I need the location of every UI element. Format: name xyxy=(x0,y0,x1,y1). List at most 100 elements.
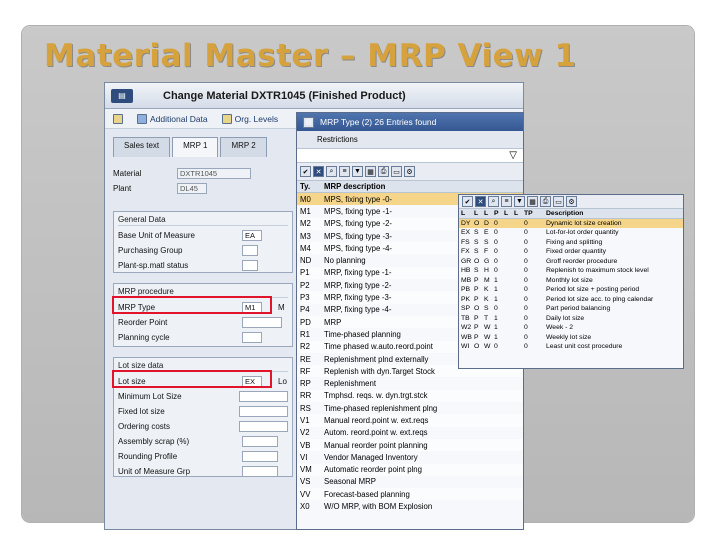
org-levels-button[interactable]: Org. Levels xyxy=(221,113,278,124)
filter-icon[interactable]: ▼ xyxy=(514,196,525,207)
lot-tp: 0 xyxy=(524,286,528,294)
list-item[interactable]: HB S H 0 0 Replenish to maximum stock level xyxy=(459,266,683,276)
list-item[interactable]: SP O S 0 0 Part period balancing xyxy=(459,304,683,314)
cancel-icon[interactable]: ✕ xyxy=(475,196,486,207)
additional-data-button[interactable]: Additional Data xyxy=(137,113,208,124)
list-item[interactable]: PK P K 1 0 Period lot size acc. to plng calen… xyxy=(459,295,683,305)
col-l2-header[interactable]: L xyxy=(473,210,483,217)
col-type-header[interactable]: Ty. xyxy=(297,182,321,191)
mrp-controller-label: M xyxy=(278,302,285,312)
export-icon[interactable]: ▭ xyxy=(553,196,564,207)
list-item[interactable]: X0 W/O MRP, with BOM Explosion xyxy=(297,500,523,512)
confirm-icon[interactable]: ✔ xyxy=(462,196,473,207)
lot-tp: 0 xyxy=(524,276,528,284)
list-item[interactable]: VV Forecast-based planning xyxy=(297,488,523,501)
settings-icon[interactable]: ⚙ xyxy=(404,166,415,177)
hierarchy-icon[interactable] xyxy=(113,113,123,124)
col-l5-header[interactable]: L xyxy=(503,210,513,217)
list-item[interactable]: MB P M 1 0 Monthly lot size xyxy=(459,276,683,286)
list-item[interactable]: PB P K 1 0 Period lot size + posting period xyxy=(459,285,683,295)
reorder-point-field[interactable] xyxy=(242,316,282,328)
assembly-scrap-label: Assembly scrap (%) xyxy=(118,436,190,446)
mrp-type-description: Vendor Managed Inventory xyxy=(324,452,418,462)
export-icon[interactable]: ▭ xyxy=(391,166,402,177)
min-lot-row: Minimum Lot Size xyxy=(118,390,288,402)
find-icon[interactable]: ⌕ xyxy=(326,166,337,177)
lot-size-code: HB xyxy=(461,267,471,275)
lot-description: Dynamic lot size creation xyxy=(546,219,622,227)
list-item[interactable]: V1 Manual reord.point w. ext.reqs xyxy=(297,414,523,427)
list-item[interactable]: WI O W 0 0 Least unit cost procedure xyxy=(459,342,683,352)
list-item[interactable]: FX S F 0 0 Fixed order quantity xyxy=(459,247,683,257)
list-item[interactable]: VM Automatic reorder point plng xyxy=(297,463,523,476)
restrictions-filter[interactable]: ▽ xyxy=(297,149,523,163)
col-l3-header[interactable]: L xyxy=(483,210,493,217)
plant-field[interactable]: DL45 xyxy=(177,182,207,194)
layout-icon[interactable]: ▦ xyxy=(365,166,376,177)
tab-sales-text[interactable]: Sales text xyxy=(113,137,171,157)
layout-icon[interactable]: ▦ xyxy=(527,196,538,207)
general-data-group: General Data Base Unit of Measure EA Pur… xyxy=(113,211,293,273)
ordering-costs-field[interactable] xyxy=(239,420,288,432)
list-item[interactable]: WB P W 1 0 Weekly lot size xyxy=(459,333,683,343)
planning-cycle-field[interactable] xyxy=(242,331,262,343)
tab-mrp-2[interactable]: MRP 2 xyxy=(220,137,267,157)
list-item[interactable]: RP Replenishment xyxy=(297,377,523,389)
list-item[interactable]: DY O D 0 0 Dynamic lot size creation xyxy=(459,218,683,228)
print-icon[interactable]: ⎙ xyxy=(378,166,389,177)
uom-grp-field[interactable] xyxy=(242,465,278,477)
mrp-type-description: Seasonal MRP xyxy=(324,477,377,487)
purchasing-group-field[interactable] xyxy=(242,244,258,256)
rounding-profile-field[interactable] xyxy=(242,450,278,462)
mrp-procedure-group: MRP procedure MRP Type M1 M Reorder Poin… xyxy=(113,283,293,347)
list-item[interactable]: RR Tmphsd. reqs. w. dyn.trgt.stck xyxy=(297,389,523,403)
list-item[interactable]: TB P T 1 0 Daily lot size xyxy=(459,314,683,324)
window-menu-icon[interactable]: ▤ xyxy=(111,88,133,103)
plant-status-field[interactable] xyxy=(242,259,258,271)
find-icon[interactable]: ⌕ xyxy=(488,196,499,207)
lot-period: 1 xyxy=(494,286,498,294)
filter-icon[interactable]: ▼ xyxy=(352,166,363,177)
list-item[interactable]: W2 P W 1 0 Week - 2 xyxy=(459,323,683,333)
tab-mrp-1[interactable]: MRP 1 xyxy=(172,137,219,157)
mrp-type-highlight xyxy=(112,296,272,314)
list-item[interactable]: GR O G 0 0 Groff reorder procedure xyxy=(459,257,683,267)
confirm-icon[interactable]: ✔ xyxy=(300,166,311,177)
mrp-type-code: P1 xyxy=(300,268,310,278)
assembly-scrap-field[interactable] xyxy=(242,435,278,447)
sort-icon[interactable]: ≡ xyxy=(501,196,512,207)
list-item[interactable]: VB Manual reorder point planning xyxy=(297,438,523,452)
mrp-type-description: Forecast-based planning xyxy=(324,489,410,499)
col-tp-header[interactable]: TP xyxy=(523,210,543,217)
lot-indicator: E xyxy=(484,229,489,237)
col-p-header[interactable]: P xyxy=(493,210,503,217)
expand-triangle-icon[interactable]: ▽ xyxy=(509,150,517,161)
list-item[interactable]: EX S E 0 0 Lot-for-lot order quantity xyxy=(459,228,683,238)
mrp-type-code: VB xyxy=(300,440,311,450)
col-desc-header[interactable]: MRP description xyxy=(321,182,517,191)
lot-size-code: PK xyxy=(461,295,471,303)
list-item[interactable]: V2 Autom. reord.point w. ext.reqs xyxy=(297,427,523,439)
col-description-header[interactable]: Description xyxy=(543,210,673,217)
fixed-lot-label: Fixed lot size xyxy=(118,406,165,416)
mrp-type-description: Manual reord.point w. ext.reqs xyxy=(324,415,429,425)
mrp-popup-titlebar: ▤ MRP Type (2) 26 Entries found xyxy=(297,113,523,131)
lot-description: Part period balancing xyxy=(546,305,611,313)
settings-icon[interactable]: ⚙ xyxy=(566,196,577,207)
cancel-icon[interactable]: ✕ xyxy=(313,166,324,177)
fixed-lot-field[interactable] xyxy=(239,405,288,417)
material-field[interactable]: DXTR1045 xyxy=(177,167,251,179)
list-item[interactable]: RS Time-phased replenishment plng xyxy=(297,402,523,414)
col-lot-header[interactable]: L xyxy=(459,210,473,217)
print-icon[interactable]: ⎙ xyxy=(540,196,551,207)
lot-indicator: W xyxy=(484,333,491,341)
min-lot-field[interactable] xyxy=(239,390,288,402)
base-uom-field[interactable]: EA xyxy=(242,229,262,241)
lot-procedure: O xyxy=(474,343,480,351)
col-l6-header[interactable]: L xyxy=(513,210,523,217)
list-item[interactable]: VI Vendor Managed Inventory xyxy=(297,451,523,463)
list-item[interactable]: VS Seasonal MRP xyxy=(297,476,523,488)
list-item[interactable]: FS S S 0 0 Fixing and splitting xyxy=(459,238,683,248)
restrictions-tab[interactable]: Restrictions xyxy=(297,131,523,149)
sort-icon[interactable]: ≡ xyxy=(339,166,350,177)
